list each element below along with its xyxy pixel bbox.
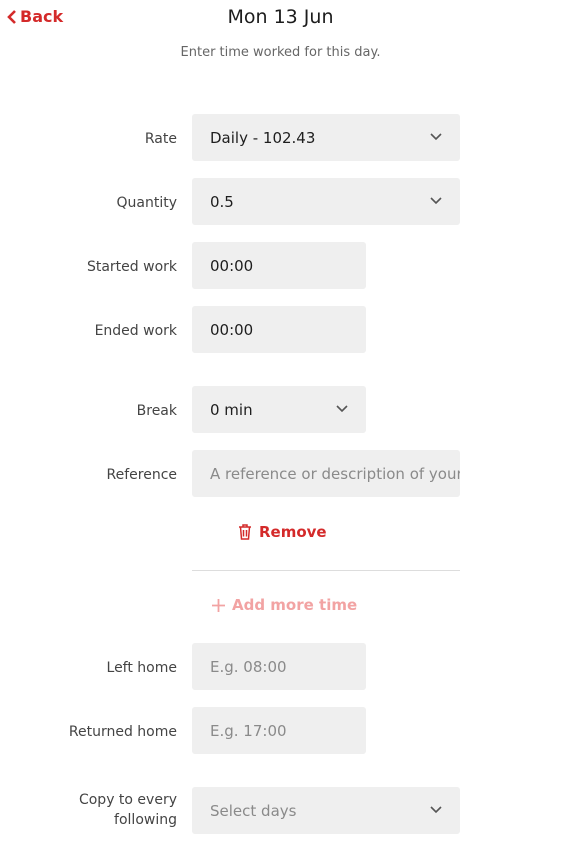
returned-home-input[interactable]: E.g. 17:00 (192, 707, 366, 754)
quantity-label: Quantity (116, 195, 178, 211)
returned-home-label: Returned home (68, 724, 177, 740)
break-value: 0 min (210, 400, 253, 419)
chevron-down-icon (430, 197, 442, 205)
copy-every-label-line1: Copy to every (78, 792, 177, 808)
break-label: Break (136, 403, 177, 419)
add-more-label: Add more time (232, 596, 358, 614)
plus-icon (212, 598, 225, 612)
copy-every-label: Copy to every following (0, 790, 177, 830)
break-select[interactable]: 0 min (192, 386, 366, 433)
remove-button[interactable]: Remove (238, 523, 327, 541)
copy-days-placeholder: Select days (210, 801, 297, 820)
left-home-placeholder: E.g. 08:00 (210, 657, 287, 676)
started-work-label: Started work (86, 259, 177, 275)
left-home-input[interactable]: E.g. 08:00 (192, 643, 366, 690)
reference-label: Reference (106, 467, 178, 483)
left-home-label: Left home (106, 660, 177, 676)
page-title: Mon 13 Jun (227, 6, 334, 28)
reference-input[interactable]: A reference or description of your (192, 450, 460, 497)
reference-placeholder: A reference or description of your (210, 464, 460, 483)
ended-work-value: 00:00 (210, 320, 254, 339)
ended-work-input[interactable]: 00:00 (192, 306, 366, 353)
add-more-time-button[interactable]: Add more time (211, 596, 357, 614)
rate-value: Daily - 102.43 (210, 128, 316, 147)
started-work-value: 00:00 (210, 256, 254, 275)
chevron-down-icon (430, 133, 442, 141)
quantity-value: 0.5 (210, 192, 234, 211)
page-subtitle: Enter time worked for this day. (180, 45, 381, 60)
quantity-select[interactable]: 0.5 (192, 178, 460, 225)
chevron-down-icon (336, 405, 348, 413)
copy-every-label-line2: following (114, 812, 177, 828)
rate-select[interactable]: Daily - 102.43 (192, 114, 460, 161)
started-work-input[interactable]: 00:00 (192, 242, 366, 289)
copy-days-select[interactable]: Select days (192, 787, 460, 834)
ended-work-label: Ended work (94, 323, 177, 339)
trash-icon (239, 524, 251, 540)
returned-home-placeholder: E.g. 17:00 (210, 721, 287, 740)
rate-label: Rate (144, 131, 177, 147)
chevron-down-icon (430, 806, 442, 814)
divider (192, 570, 460, 571)
remove-label: Remove (259, 523, 327, 541)
